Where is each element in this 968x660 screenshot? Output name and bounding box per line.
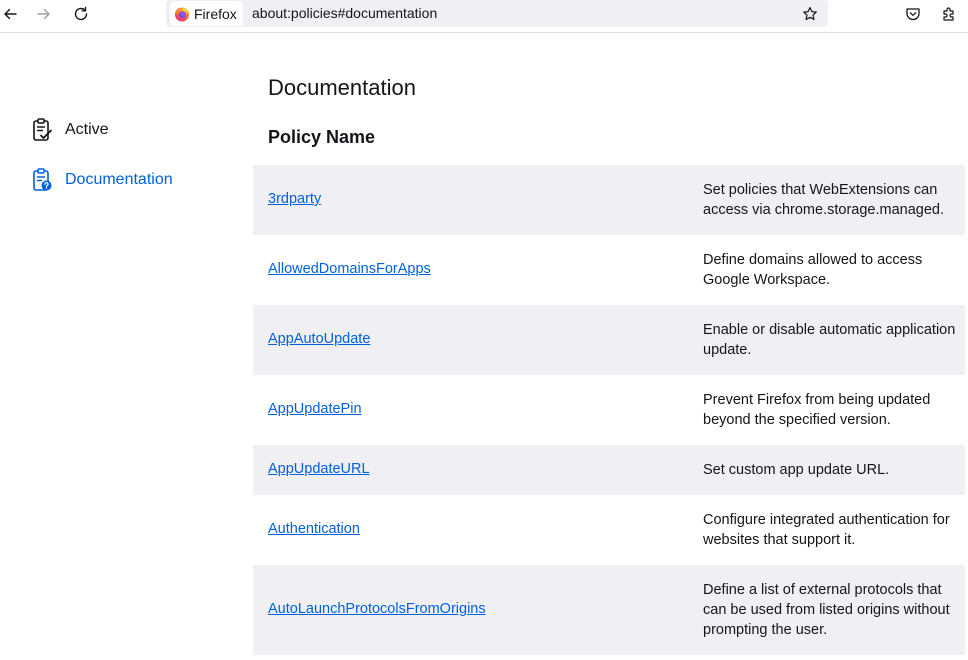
clipboard-help-icon xyxy=(30,168,54,192)
firefox-logo-icon xyxy=(175,7,189,21)
policy-link[interactable]: AutoLaunchProtocolsFromOrigins xyxy=(268,601,486,617)
table-row: AllowedDomainsForApps Define domains all… xyxy=(253,235,965,305)
sidebar-item-active[interactable]: Active xyxy=(30,115,109,145)
policy-link[interactable]: AppAutoUpdate xyxy=(268,331,370,347)
extensions-button[interactable] xyxy=(937,2,961,26)
policy-table: 3rdparty Set policies that WebExtensions… xyxy=(253,165,965,655)
policy-link[interactable]: AllowedDomainsForApps xyxy=(268,261,431,277)
policy-description: Configure integrated authentication for … xyxy=(703,512,950,548)
column-header-policy-name: Policy Name xyxy=(268,127,376,147)
reload-icon xyxy=(74,6,88,21)
policy-description: Prevent Firefox from being updated beyon… xyxy=(703,392,931,428)
star-icon xyxy=(803,6,817,21)
bookmark-star-button[interactable] xyxy=(798,2,822,26)
url-bar[interactable]: Firefox about:policies#documentation xyxy=(166,0,828,27)
reload-button[interactable] xyxy=(67,2,95,26)
table-row: AppAutoUpdate Enable or disable automati… xyxy=(253,305,965,375)
browser-toolbar: Firefox about:policies#documentation xyxy=(0,0,968,33)
table-row: AppUpdateURL Set custom app update URL. xyxy=(253,445,965,495)
identity-label: Firefox xyxy=(194,5,237,22)
policy-description: Set policies that WebExtensions can acce… xyxy=(703,182,944,218)
identity-box[interactable]: Firefox xyxy=(170,1,243,26)
extensions-icon xyxy=(943,7,954,21)
policy-link[interactable]: Authentication xyxy=(268,521,360,537)
policy-link[interactable]: 3rdparty xyxy=(268,191,321,207)
url-text[interactable]: about:policies#documentation xyxy=(252,5,437,21)
table-row: AppUpdatePin Prevent Firefox from being … xyxy=(253,375,965,445)
policy-description: Define a list of external protocols that… xyxy=(703,582,950,638)
back-arrow-icon xyxy=(4,8,17,20)
back-button[interactable] xyxy=(0,2,24,26)
sidebar-item-documentation[interactable]: Documentation xyxy=(30,165,173,195)
sidebar-item-label: Active xyxy=(65,121,109,138)
clipboard-check-icon xyxy=(30,118,54,142)
policy-description: Set custom app update URL. xyxy=(703,462,890,478)
pocket-icon xyxy=(906,8,920,21)
forward-arrow-icon xyxy=(37,8,50,20)
policy-description: Enable or disable automatic application … xyxy=(703,322,956,358)
table-row: AutoLaunchProtocolsFromOrigins Define a … xyxy=(253,565,965,655)
sidebar-item-label: Documentation xyxy=(65,171,173,188)
forward-button[interactable] xyxy=(30,2,58,26)
policy-link[interactable]: AppUpdatePin xyxy=(268,401,362,417)
table-row: 3rdparty Set policies that WebExtensions… xyxy=(253,165,965,235)
policies-sidebar: Active Documentation xyxy=(0,33,252,660)
policy-description: Define domains allowed to access Google … xyxy=(703,252,923,288)
page-title: Documentation xyxy=(268,75,416,100)
policy-link[interactable]: AppUpdateURL xyxy=(268,461,370,477)
pocket-button[interactable] xyxy=(901,2,925,26)
table-row: Authentication Configure integrated auth… xyxy=(253,495,965,565)
